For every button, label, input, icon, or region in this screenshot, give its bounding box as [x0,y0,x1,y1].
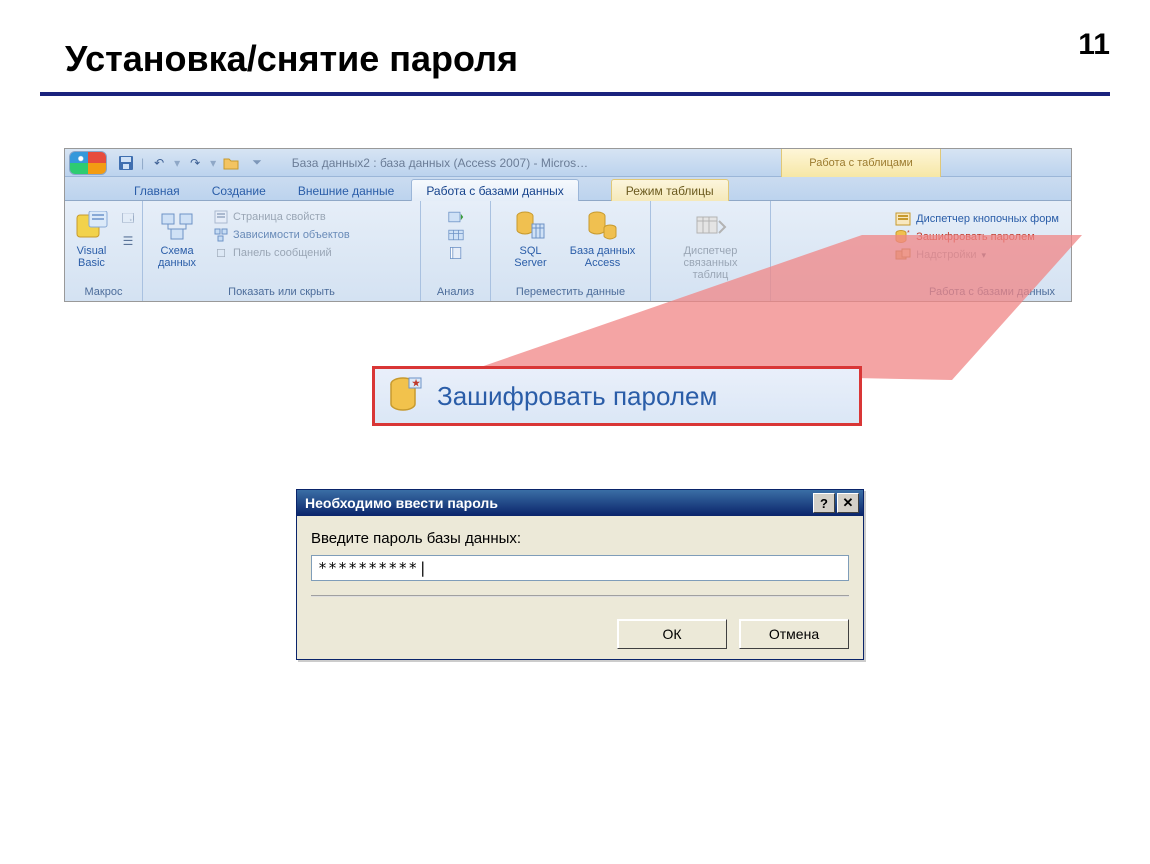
switchboard-icon [895,211,911,227]
analyze-performance-icon[interactable] [448,209,464,225]
save-icon[interactable] [117,154,135,172]
access-label: База данных Access [570,245,636,269]
schema-label: Схема данных [158,245,196,269]
object-deps-button[interactable]: Зависимости объектов [213,227,350,243]
analyze-doc-icon[interactable] [448,245,464,261]
tab-create[interactable]: Создание [197,179,281,201]
password-dialog: Необходимо ввести пароль ? ✕ Введите пар… [296,489,864,660]
slide-number: 11 [1078,28,1110,62]
encrypt-callout-icon: ★ [389,376,423,416]
group-macro-label: Макрос [71,284,136,301]
contextual-tab-header: Работа с таблицами [781,149,941,177]
ok-button[interactable]: ОК [617,619,727,649]
redo-icon[interactable]: ↷ [186,154,204,172]
addins-label: Надстройки [916,249,976,261]
dialog-title: Необходимо ввести пароль [305,495,498,511]
slide-title: Установка/снятие пароля [65,38,518,80]
sql-label: SQL Server [514,245,546,269]
switchboard-manager-button[interactable]: Диспетчер кнопочных форм [895,211,1059,227]
svg-text:*: * [907,230,910,237]
group-macro: Visual Basic 🗔 ☰ Макрос [65,201,143,301]
ribbon: | ↶ ▾ ↷ ▾ ⏷ База данных2 : база данных (… [64,148,1072,302]
group-show: Схема данных Страница свойств Зависимост… [143,201,421,301]
undo-icon[interactable]: ↶ [150,154,168,172]
property-sheet-icon [213,209,229,225]
group-dbtools: Диспетчер кнопочных форм * Зашифровать п… [771,201,1071,301]
vb-label: Visual Basic [77,245,107,269]
password-label: Введите пароль базы данных: [311,530,849,547]
tab-dbtools[interactable]: Работа с базами данных [411,179,578,201]
object-deps-icon [213,227,229,243]
encrypt-password-button[interactable]: * Зашифровать паролем [895,229,1059,245]
sql-server-button[interactable]: SQL Server [503,205,559,269]
folder-icon[interactable] [222,154,240,172]
ribbon-body: Visual Basic 🗔 ☰ Макрос Схема данных [65,201,1071,301]
encrypt-callout-text: Зашифровать паролем [437,381,717,412]
cancel-button[interactable]: Отмена [739,619,849,649]
svg-text:★: ★ [412,378,421,388]
addins-icon [895,247,911,263]
office-button[interactable] [69,151,107,175]
switchboard-label: Диспетчер кнопочных форм [916,213,1059,225]
group-analyze-label: Анализ [427,284,484,301]
slide-rule [40,92,1110,96]
encrypt-callout: ★ Зашифровать паролем [372,366,862,426]
dialog-separator [311,595,849,597]
group-analyze: Анализ [421,201,491,301]
ribbon-tabs: Главная Создание Внешние данные Работа с… [65,177,1071,201]
access-db-button[interactable]: База данных Access [567,205,639,269]
tab-external[interactable]: Внешние данные [283,179,410,201]
help-button[interactable]: ? [813,493,835,513]
linked-table-manager-button: Диспетчер связанных таблиц [683,205,739,281]
macro-run-icon[interactable]: 🗔 [120,211,136,227]
property-sheet-label: Страница свойств [233,211,326,223]
visual-basic-button[interactable]: Visual Basic [71,205,112,269]
checkbox-icon: ☐ [213,245,229,261]
group-move: SQL Server База данных Access Переместит… [491,201,651,301]
close-button[interactable]: ✕ [837,493,859,513]
linked-label: Диспетчер связанных таблиц [683,245,739,281]
ribbon-titlebar: | ↶ ▾ ↷ ▾ ⏷ База данных2 : база данных (… [65,149,1071,177]
window-title: База данных2 : база данных (Access 2007)… [292,156,588,170]
group-linked-label [657,284,764,301]
encrypt-label: Зашифровать паролем [916,231,1035,243]
password-input[interactable] [311,555,849,581]
tab-datasheet[interactable]: Режим таблицы [611,179,729,201]
dialog-titlebar[interactable]: Необходимо ввести пароль ? ✕ [297,490,863,516]
tab-home[interactable]: Главная [119,179,195,201]
analyze-table-icon[interactable] [448,227,464,243]
message-bar-label: Панель сообщений [233,247,332,259]
addins-button[interactable]: Надстройки [895,247,1059,263]
group-move-label: Переместить данные [497,284,644,301]
group-dbtools-label: Работа с базами данных [777,284,1065,301]
object-deps-label: Зависимости объектов [233,229,350,241]
message-bar-button[interactable]: ☐ Панель сообщений [213,245,350,261]
close-icon: ✕ [843,495,854,511]
macro-structure-icon[interactable]: ☰ [120,233,136,249]
help-icon: ? [820,496,828,511]
relationships-button[interactable]: Схема данных [149,205,205,269]
group-linked: Диспетчер связанных таблиц [651,201,771,301]
encrypt-icon: * [895,229,911,245]
group-show-label: Показать или скрыть [149,284,414,301]
property-sheet-button[interactable]: Страница свойств [213,209,350,225]
